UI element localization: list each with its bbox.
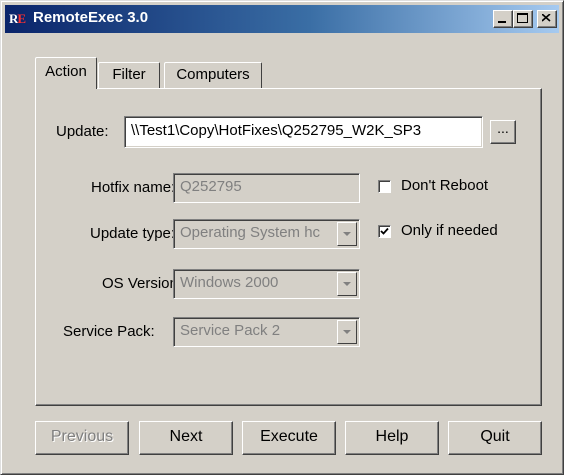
maximize-icon[interactable] — [513, 10, 533, 28]
previous-button[interactable]: Previous — [35, 421, 129, 455]
hotfix-name-label: Hotfix name: — [91, 179, 176, 196]
only-if-needed-checkbox[interactable] — [378, 225, 391, 238]
chevron-down-icon[interactable] — [337, 222, 357, 246]
app-logo-icon: RE — [9, 11, 26, 26]
tab-computers[interactable]: Computers — [164, 62, 262, 88]
help-button[interactable]: Help — [345, 421, 439, 455]
help-button-label: Help — [375, 428, 409, 445]
quit-button-label: Quit — [480, 428, 510, 445]
remoteexec-window: RE RemoteExec 3.0 Filter Computers Actio… — [0, 0, 564, 475]
hotfix-name-input[interactable]: Q252795 — [173, 173, 360, 203]
dont-reboot-label: Don't Reboot — [401, 177, 489, 194]
hotfix-name-value: Q252795 — [180, 178, 242, 195]
previous-button-label: Previous — [50, 428, 114, 445]
os-version-label: OS Version: — [102, 275, 183, 292]
service-pack-select[interactable]: Service Pack 2 — [173, 317, 360, 347]
quit-button[interactable]: Quit — [448, 421, 542, 455]
execute-button[interactable]: Execute — [242, 421, 336, 455]
browse-button-label: ... — [497, 120, 509, 136]
update-path-input[interactable]: \\Test1\Copy\HotFixes\Q252795_W2K_SP3 — [124, 116, 483, 148]
update-type-select[interactable]: Operating System hc — [173, 219, 360, 249]
update-type-value: Operating System hc — [180, 224, 321, 241]
next-button[interactable]: Next — [139, 421, 233, 455]
tab-computers-label: Computers — [176, 66, 250, 83]
update-type-label: Update type: — [90, 225, 176, 242]
title-bar[interactable]: RE RemoteExec 3.0 — [5, 5, 559, 33]
update-path-value: \\Test1\Copy\HotFixes\Q252795_W2K_SP3 — [131, 122, 422, 139]
next-button-label: Next — [169, 428, 203, 445]
tab-action-label: Action — [45, 63, 87, 80]
chevron-down-icon[interactable] — [337, 272, 357, 296]
tab-filter[interactable]: Filter — [98, 62, 160, 88]
only-if-needed-label: Only if needed — [401, 222, 498, 239]
execute-button-label: Execute — [260, 428, 318, 445]
close-icon[interactable] — [537, 10, 557, 28]
update-label: Update: — [56, 123, 109, 140]
browse-button[interactable]: ... — [490, 120, 516, 144]
os-version-select[interactable]: Windows 2000 — [173, 269, 360, 299]
service-pack-value: Service Pack 2 — [180, 322, 281, 339]
window-title: RemoteExec 3.0 — [33, 9, 149, 26]
minimize-icon[interactable] — [493, 10, 513, 28]
chevron-down-icon[interactable] — [337, 320, 357, 344]
tab-action[interactable]: Action — [35, 57, 97, 89]
os-version-value: Windows 2000 — [180, 274, 279, 291]
check-icon — [380, 227, 389, 235]
dont-reboot-checkbox[interactable] — [378, 180, 391, 193]
service-pack-label: Service Pack: — [63, 323, 155, 340]
tab-filter-label: Filter — [112, 66, 146, 83]
